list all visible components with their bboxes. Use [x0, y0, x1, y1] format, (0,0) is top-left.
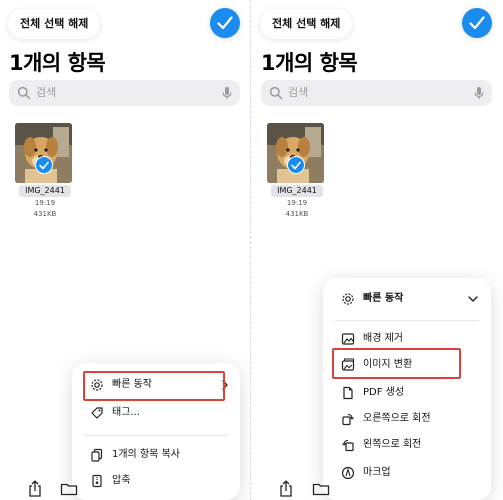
checkmark-icon [469, 16, 485, 30]
file-size: 431KB [33, 210, 57, 218]
photo-remove-background-icon [341, 333, 355, 345]
panel-divider [250, 0, 251, 500]
menu-item-rotate-left[interactable]: 왼쪽으로 회전 [323, 431, 491, 459]
microphone-icon[interactable] [474, 86, 484, 100]
menu-item-label: 태그... [112, 407, 140, 418]
menu-item-label: 1개의 항목 복사 [112, 449, 180, 460]
tag-icon [91, 407, 103, 419]
gear-icon [342, 293, 354, 305]
share-icon[interactable] [278, 480, 294, 498]
file-size: 431KB [285, 210, 309, 218]
menu-item-tags[interactable]: 태그... [72, 399, 240, 427]
rotate-right-icon [342, 413, 354, 426]
archive-icon [92, 474, 102, 488]
menu-item-label: PDF 생성 [363, 387, 405, 398]
share-icon[interactable] [27, 480, 43, 498]
selected-check-icon [287, 156, 305, 174]
menu-item-create-pdf[interactable]: PDF 생성 [323, 379, 491, 407]
highlight-box [332, 348, 461, 379]
right-panel: 전체 선택 해제 1개의 항목 검색 IMG_2441 19:19 431KB [252, 0, 503, 500]
folder-icon[interactable] [60, 482, 78, 496]
left-panel: 전체 선택 해제 1개의 항목 검색 IMG_2441 19:19 431KB [0, 0, 251, 500]
file-name: IMG_2441 [271, 185, 323, 197]
search-icon [17, 86, 31, 100]
file-time: 19:19 [286, 199, 308, 207]
file-name: IMG_2441 [19, 185, 71, 197]
page-title: 1개의 항목 [261, 51, 358, 75]
folder-icon[interactable] [312, 482, 330, 496]
microphone-icon[interactable] [222, 86, 232, 100]
search-placeholder: 검색 [36, 86, 57, 99]
menu-item-copy[interactable]: 1개의 항목 복사 [72, 441, 240, 469]
page-title: 1개의 항목 [9, 51, 106, 75]
done-check-button[interactable] [210, 8, 240, 38]
selected-check-icon [35, 156, 53, 174]
document-icon [343, 386, 353, 400]
file-thumbnail[interactable] [267, 123, 324, 183]
menu-item-markup[interactable]: 마크업 [323, 459, 491, 487]
search-field[interactable]: 검색 [9, 80, 240, 106]
menu-item-rotate-right[interactable]: 오른쪽으로 회전 [323, 405, 491, 433]
menu-item-label: 빠른 동작 [363, 293, 404, 304]
menu-item-compress[interactable]: 압축 [72, 467, 240, 495]
dog-photo [15, 123, 72, 183]
file-thumbnail[interactable] [15, 123, 72, 183]
menu-item-label: 왼쪽으로 회전 [363, 439, 422, 450]
dog-photo [267, 123, 324, 183]
done-check-button[interactable] [462, 8, 492, 38]
chevron-down-icon [468, 296, 478, 302]
menu-item-quick-actions[interactable]: 빠른 동작 [323, 285, 491, 313]
deselect-all-button[interactable]: 전체 선택 해제 [260, 9, 353, 39]
highlight-box [83, 371, 225, 401]
markup-pen-icon [341, 466, 355, 480]
menu-divider [84, 435, 228, 436]
search-field[interactable]: 검색 [261, 80, 492, 106]
search-placeholder: 검색 [288, 86, 309, 99]
rotate-left-icon [342, 439, 354, 452]
menu-divider [335, 320, 479, 321]
deselect-all-button[interactable]: 전체 선택 해제 [8, 9, 101, 39]
search-icon [269, 86, 283, 100]
menu-item-label: 마크업 [363, 467, 391, 478]
checkmark-icon [217, 16, 233, 30]
menu-item-label: 압축 [112, 475, 131, 486]
quick-actions-menu: 빠른 동작 배경 제거 이미지 변환 PDF 생성 오른쪽으로 회전 왼쪽으로 … [323, 278, 491, 500]
menu-item-label: 오른쪽으로 회전 [363, 413, 431, 424]
copy-icon [91, 448, 103, 462]
file-time: 19:19 [34, 199, 56, 207]
